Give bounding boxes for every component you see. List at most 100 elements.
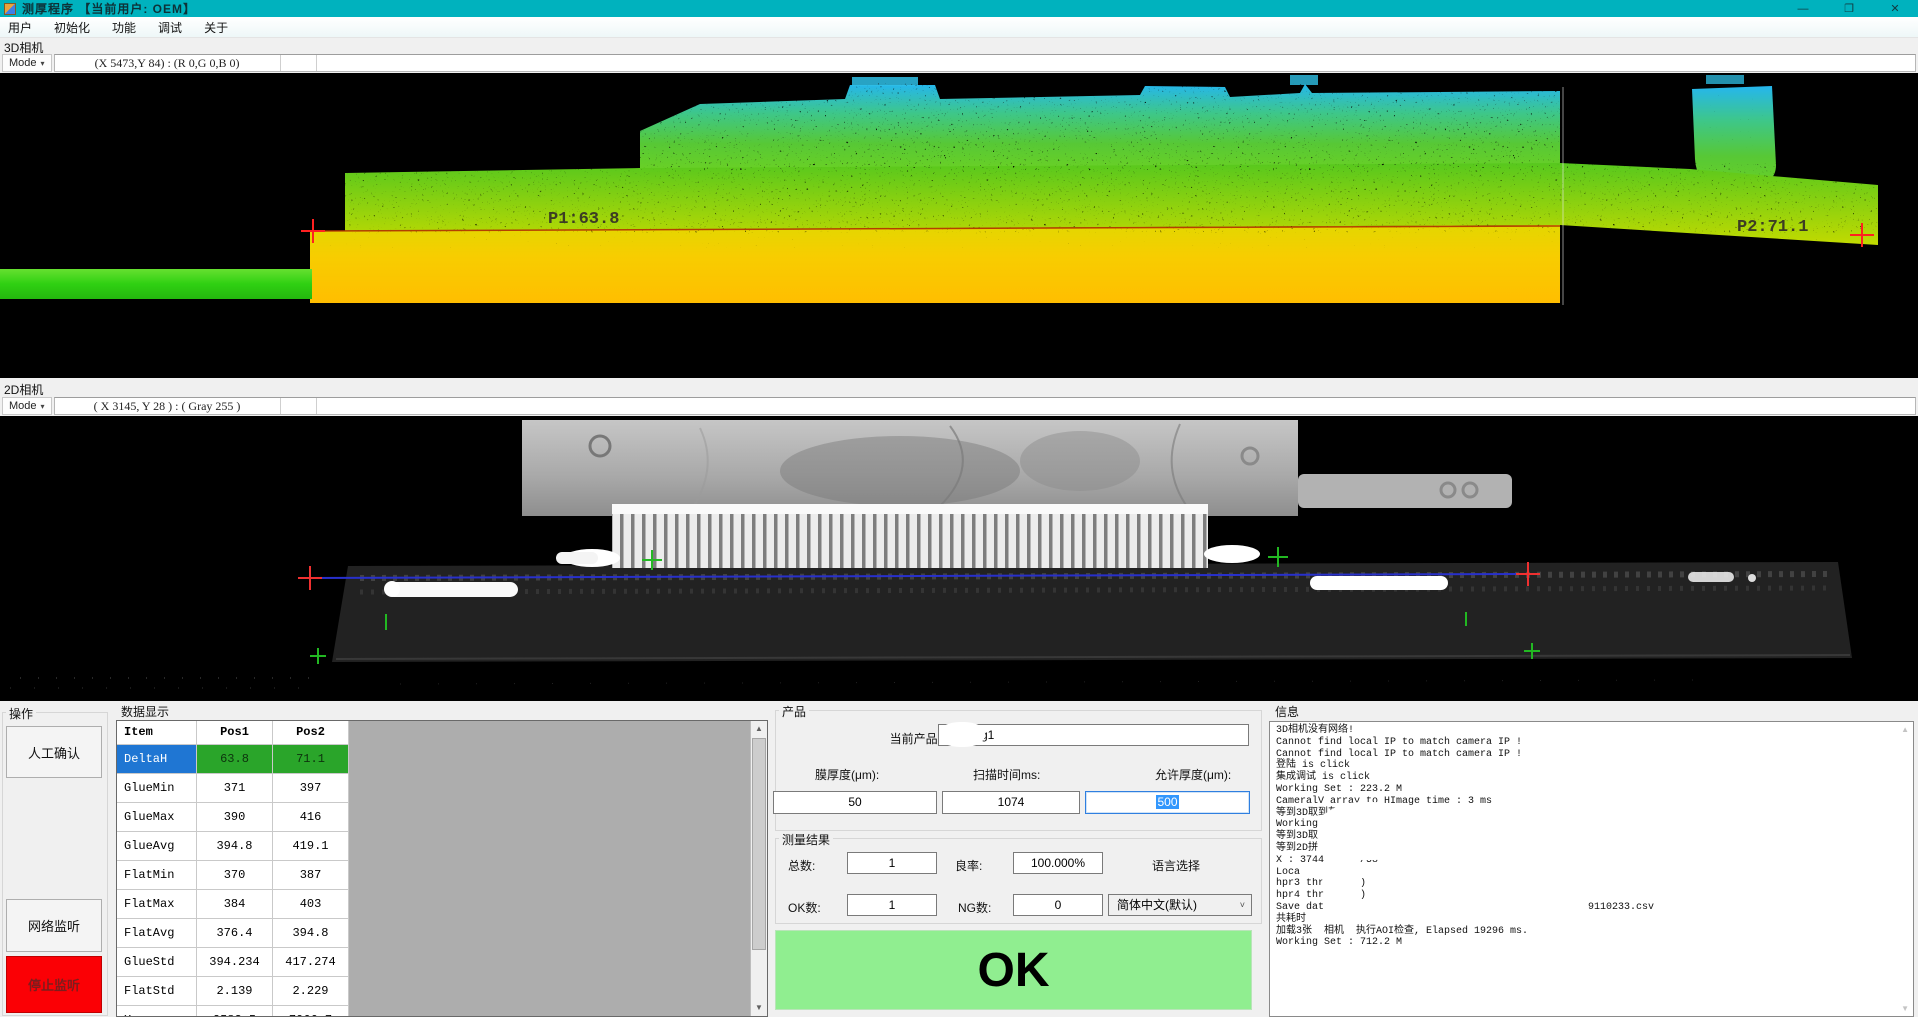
scroll-up-icon[interactable]: ▲ <box>751 721 767 737</box>
table-row[interactable]: GlueStd394.234417.274 <box>117 948 349 977</box>
log-line: Working Set : 223.2 M <box>1276 784 1907 796</box>
data-grid-scrollbar[interactable]: ▲ ▼ <box>750 721 767 1016</box>
column-header-pos1[interactable]: Pos1 <box>197 721 273 745</box>
camera3d-mode-button[interactable]: Mode ▾ <box>2 54 52 72</box>
menu-item-2[interactable]: 功能 <box>101 16 147 39</box>
data-display-title: 数据显示 <box>118 703 172 720</box>
cell-item: FlatAvg <box>117 919 197 948</box>
cell-pos2: 394.8 <box>273 919 349 948</box>
ok-count-input[interactable]: 1 <box>847 894 937 916</box>
ng-count-input[interactable]: 0 <box>1013 894 1103 916</box>
camera2d-mode-bar: Mode ▾ ( X 3145, Y 28 ) : ( Gray 255 ) <box>0 396 1918 416</box>
cell-item: GlueAvg <box>117 832 197 861</box>
cell-pos2: 417.274 <box>273 948 349 977</box>
scrollbar-thumb[interactable] <box>752 738 766 950</box>
table-row[interactable]: FlatMax384403 <box>117 890 349 919</box>
language-dropdown-value: 简体中文(默认) <box>1117 898 1197 912</box>
camera3d-view[interactable]: P1:63.8 P2:71.1 <box>0 73 1918 378</box>
menu-item-3[interactable]: 调试 <box>147 16 193 39</box>
cell-pos1: 394.8 <box>197 832 273 861</box>
yield-input[interactable]: 100.000% <box>1013 852 1103 874</box>
table-row[interactable]: FlatMin370387 <box>117 861 349 890</box>
app-window: 测厚程序 【当前用户: OEM】 — ❐ ✕ 用户初始化功能调试关于 3D相机 … <box>0 0 1918 1017</box>
p1-annotation: P1:63.8 <box>548 210 619 229</box>
camera2d-view[interactable] <box>0 416 1918 701</box>
language-dropdown[interactable]: 简体中文(默认) ˅ <box>1108 894 1252 916</box>
cell-item: FlatMin <box>117 861 197 890</box>
scan-time-label: 扫描时间ms: <box>973 766 1040 783</box>
log-line: hpr3 thr ) <box>1276 878 1907 890</box>
log-line: hpr4 thr ) <box>1276 890 1907 902</box>
status-cell <box>317 398 1915 414</box>
cell-item: X <box>117 1006 197 1017</box>
menu-item-4[interactable]: 关于 <box>193 16 239 39</box>
menu-bar: 用户初始化功能调试关于 <box>0 17 1918 38</box>
table-row[interactable]: FlatStd2.1392.229 <box>117 977 349 1006</box>
solder-blob <box>1310 576 1448 590</box>
cell-pos2: 403 <box>273 890 349 919</box>
data-grid[interactable]: ItemPos1Pos2 DeltaH63.871.1GlueMin371397… <box>116 720 768 1017</box>
table-row[interactable]: GlueAvg394.8419.1 <box>117 832 349 861</box>
log-line: Cannot find local IP to match camera IP … <box>1276 749 1907 761</box>
menu-item-1[interactable]: 初始化 <box>43 16 101 39</box>
grayscale-image-2d <box>0 416 1918 701</box>
film-thickness-input[interactable]: 50 <box>773 791 937 814</box>
allowed-thickness-label: 允许厚度(μm): <box>1155 766 1231 783</box>
data-grid-body: DeltaH63.871.1GlueMin371397GlueMax390416… <box>117 745 349 1017</box>
column-header-pos2[interactable]: Pos2 <box>273 721 349 745</box>
scroll-up-icon: ▲ <box>1901 725 1909 734</box>
cell-pos2: 416 <box>273 803 349 832</box>
minimize-icon[interactable]: — <box>1780 0 1826 17</box>
yield-label: 良率: <box>955 857 982 874</box>
camera3d-mode-bar: Mode ▾ (X 5473,Y 84) : (R 0,G 0,B 0) <box>0 53 1918 73</box>
camera3d-cursor-readout: (X 5473,Y 84) : (R 0,G 0,B 0) <box>55 55 281 71</box>
stop-listen-button[interactable]: 停止监听 <box>6 956 102 1013</box>
table-row[interactable]: GlueMin371397 <box>117 774 349 803</box>
window-controls: — ❐ ✕ <box>1780 0 1918 17</box>
status-cell <box>281 55 317 71</box>
chevron-down-icon: ▾ <box>41 402 45 411</box>
cell-pos2: 71.1 <box>273 745 349 774</box>
ok-count-label: OK数: <box>788 899 821 916</box>
maximize-icon[interactable]: ❐ <box>1826 0 1872 17</box>
manual-confirm-button[interactable]: 人工确认 <box>6 726 102 778</box>
language-select-label: 语言选择 <box>1152 857 1200 874</box>
camera3d-status-strip: (X 5473,Y 84) : (R 0,G 0,B 0) <box>54 54 1916 72</box>
heightmap-left-strip <box>0 269 312 299</box>
table-row[interactable]: FlatAvg376.4394.8 <box>117 919 349 948</box>
data-grid-header: ItemPos1Pos2 <box>117 721 349 745</box>
log-line: Save dat 9110233.csv <box>1276 902 1907 914</box>
camera2d-status-strip: ( X 3145, Y 28 ) : ( Gray 255 ) <box>54 397 1916 415</box>
allowed-thickness-input[interactable]: 500 <box>1085 791 1250 814</box>
cell-pos1: 390 <box>197 803 273 832</box>
title-bar: 测厚程序 【当前用户: OEM】 — ❐ ✕ <box>0 0 1918 17</box>
menu-item-0[interactable]: 用户 <box>0 16 43 39</box>
pcb-right-arm <box>1298 474 1512 508</box>
table-row[interactable]: GlueMax390416 <box>117 803 349 832</box>
mode-label: Mode <box>9 57 37 69</box>
product-title: 产品 <box>779 703 809 720</box>
selected-text: 500 <box>1156 795 1178 809</box>
camera2d-mode-button[interactable]: Mode ▾ <box>2 397 52 415</box>
chevron-down-icon: ▾ <box>41 59 45 68</box>
cell-item: FlatStd <box>117 977 197 1006</box>
film-thickness-label: 膜厚度(μm): <box>815 766 879 783</box>
redaction-blob <box>1322 875 1356 889</box>
total-input[interactable]: 1 <box>847 852 937 874</box>
cell-pos1: 63.8 <box>197 745 273 774</box>
table-row[interactable]: DeltaH63.871.1 <box>117 745 349 774</box>
scan-time-input[interactable]: 1074 <box>942 791 1080 814</box>
p2-annotation: P2:71.1 <box>1737 218 1808 237</box>
mode-label: Mode <box>9 400 37 412</box>
table-row[interactable]: X2583.57966.7 <box>117 1006 349 1017</box>
total-label: 总数: <box>788 857 815 874</box>
scroll-down-icon[interactable]: ▼ <box>751 1000 767 1016</box>
column-header-item[interactable]: Item <box>117 721 197 745</box>
network-listen-button[interactable]: 网络监听 <box>6 899 102 952</box>
status-cell <box>317 55 1915 71</box>
cell-pos1: 371 <box>197 774 273 803</box>
close-icon[interactable]: ✕ <box>1872 0 1918 17</box>
log-line: 3D相机没有网络! <box>1276 725 1907 737</box>
cell-pos1: 2583.5 <box>197 1006 273 1017</box>
cell-item: FlatMax <box>117 890 197 919</box>
